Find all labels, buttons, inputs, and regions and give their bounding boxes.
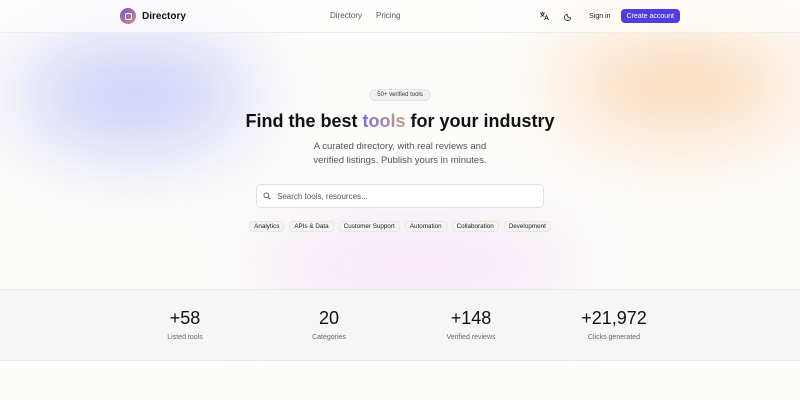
stat-value: +21,972	[581, 308, 647, 328]
chip-automation[interactable]: Automation	[404, 221, 447, 232]
stat-categories: 20 Categories	[269, 308, 389, 341]
stat-verified-reviews: +148 Verified reviews	[411, 308, 531, 341]
headline-text-post: for your industry	[405, 111, 555, 131]
background-blob-blue	[20, 40, 250, 150]
stat-label: Categories	[312, 334, 346, 341]
headline-highlight: tools	[362, 111, 406, 131]
chip-apis-data[interactable]: APIs & Data	[289, 221, 334, 232]
search-input[interactable]	[277, 191, 527, 201]
stat-value: +148	[450, 308, 492, 328]
stat-label: Clicks generated	[587, 334, 641, 341]
create-account-button[interactable]: Create account	[620, 9, 680, 23]
headline-text-pre: Find the best	[245, 111, 363, 131]
main-nav: Directory Pricing	[330, 11, 400, 20]
brand-logo[interactable]: Directory	[120, 8, 186, 24]
search-box[interactable]	[256, 184, 544, 208]
stat-value: +58	[169, 308, 201, 328]
top-nav-bar: Directory Directory Pricing Sign in Crea…	[0, 0, 800, 33]
sign-in-link[interactable]: Sign in	[589, 13, 610, 20]
stat-clicks-generated: +21,972 Clicks generated	[554, 308, 674, 341]
logo-icon	[120, 8, 136, 24]
header-actions: Sign in Create account	[537, 9, 680, 23]
stat-label: Listed tools	[167, 334, 203, 341]
chip-collaboration[interactable]: Collaboration	[451, 221, 499, 232]
moon-icon[interactable]	[561, 9, 575, 23]
translate-icon[interactable]	[537, 9, 551, 23]
stat-label: Verified reviews	[446, 334, 496, 341]
nav-link-pricing[interactable]: Pricing	[376, 11, 400, 20]
hero-subline: A curated directory, with real reviews a…	[313, 141, 487, 166]
category-chips: Analytics APIs & Data Customer Support A…	[0, 221, 800, 232]
stats-band: +58 Listed tools 20 Categories +148 Veri…	[0, 289, 800, 361]
chip-analytics[interactable]: Analytics	[249, 221, 285, 232]
stat-listed-tools: +58 Listed tools	[125, 308, 245, 341]
search-icon	[263, 187, 271, 205]
hero-headline: Find the best tools for your industry	[0, 111, 800, 132]
nav-link-directory[interactable]: Directory	[330, 11, 362, 20]
verified-tools-badge: 50+ verified tools	[369, 89, 431, 101]
chip-customer-support[interactable]: Customer Support	[338, 221, 400, 232]
brand-name: Directory	[142, 10, 186, 22]
chip-development[interactable]: Development	[503, 221, 551, 232]
stat-value: 20	[318, 308, 340, 328]
